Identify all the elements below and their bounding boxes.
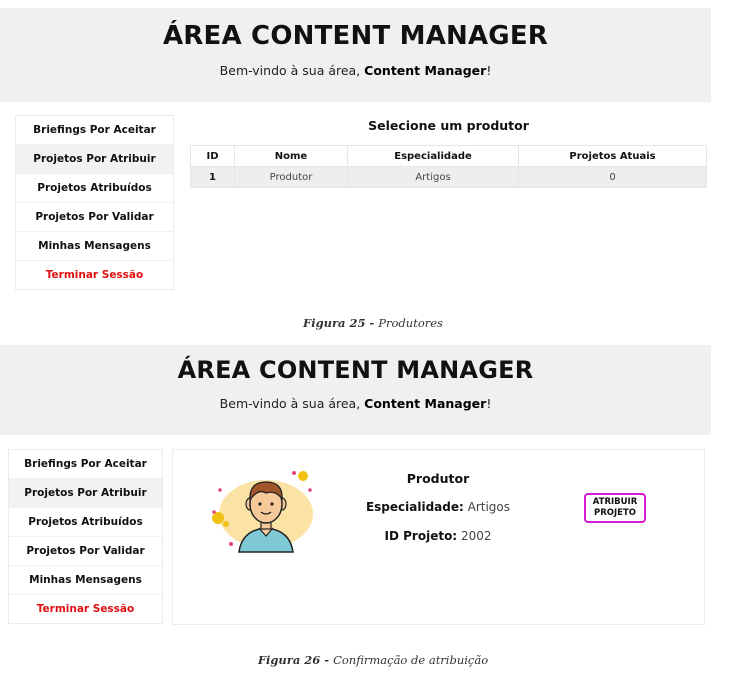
project-id-label: ID Projeto: xyxy=(384,529,458,543)
sidebar-item-projetos-atribuidos[interactable]: Projetos Atribuídos xyxy=(16,174,173,203)
sidebar-item-projetos-atribuidos[interactable]: Projetos Atribuídos xyxy=(9,508,162,537)
cell-projetos-atuais: 0 xyxy=(518,166,707,188)
welcome-prefix: Bem-vindo à sua área, xyxy=(219,63,365,78)
column-header-projetos-atuais: Projetos Atuais xyxy=(518,145,707,167)
assign-button-line2: PROJETO xyxy=(594,508,636,518)
cell-especialidade: Artigos xyxy=(347,166,519,188)
welcome-prefix: Bem-vindo à sua área, xyxy=(219,396,365,411)
sidebar-item-briefings-por-aceitar[interactable]: Briefings Por Aceitar xyxy=(9,450,162,479)
assign-project-button[interactable]: ATRIBUIR PROJETO xyxy=(584,493,646,523)
table-row[interactable]: 1 Produtor Artigos 0 xyxy=(190,166,707,188)
user-avatar-icon xyxy=(212,471,313,553)
section-heading: Selecione um produtor xyxy=(368,118,529,133)
project-id-value: 2002 xyxy=(460,529,492,543)
welcome-message: Bem-vindo à sua área, Content Manager! xyxy=(0,396,711,411)
figure-caption: Figura 26 - Confirmação de atribuição xyxy=(0,653,746,667)
producers-table: ID Nome Especialidade Projetos Atuais 1 … xyxy=(190,145,707,188)
cell-nome: Produtor xyxy=(234,166,348,188)
page-title: ÁREA CONTENT MANAGER xyxy=(177,356,534,384)
caption-text: Produtores xyxy=(378,316,443,330)
sidebar-item-projetos-por-atribuir[interactable]: Projetos Por Atribuir xyxy=(16,145,173,174)
sidebar-item-minhas-mensagens[interactable]: Minhas Mensagens xyxy=(9,566,162,595)
welcome-suffix: ! xyxy=(486,63,492,78)
figure-caption: Figura 25 - Produtores xyxy=(0,316,746,330)
header-banner: ÁREA CONTENT MANAGER Bem-vindo à sua áre… xyxy=(0,8,711,102)
column-header-id: ID xyxy=(190,145,235,167)
sidebar-item-briefings-por-aceitar[interactable]: Briefings Por Aceitar xyxy=(16,116,173,145)
producer-card: Produtor Especialidade: Artigos ID Proje… xyxy=(172,449,705,625)
welcome-message: Bem-vindo à sua área, Content Manager! xyxy=(0,63,711,78)
sidebar-menu: Briefings Por Aceitar Projetos Por Atrib… xyxy=(15,115,174,290)
logout-link[interactable]: Terminar Sessão xyxy=(16,261,173,289)
specialty-value: Artigos xyxy=(467,500,511,514)
sidebar-item-minhas-mensagens[interactable]: Minhas Mensagens xyxy=(16,232,173,261)
sidebar-item-projetos-por-validar[interactable]: Projetos Por Validar xyxy=(16,203,173,232)
project-id: ID Projeto: 2002 xyxy=(333,529,543,543)
logout-link[interactable]: Terminar Sessão xyxy=(9,595,162,623)
column-header-especialidade: Especialidade xyxy=(347,145,519,167)
table-header-row: ID Nome Especialidade Projetos Atuais xyxy=(190,145,707,167)
caption-number: Figura 26 - xyxy=(257,653,334,667)
welcome-role: Content Manager xyxy=(364,63,487,78)
page-title: ÁREA CONTENT MANAGER xyxy=(162,21,549,51)
producer-name: Produtor xyxy=(406,471,470,486)
welcome-suffix: ! xyxy=(486,396,492,411)
producer-specialty: Especialidade: Artigos xyxy=(333,500,543,514)
sidebar-item-projetos-por-validar[interactable]: Projetos Por Validar xyxy=(9,537,162,566)
assign-button-line1: ATRIBUIR xyxy=(592,497,638,507)
cell-id: 1 xyxy=(190,166,235,188)
caption-text: Confirmação de atribuição xyxy=(333,653,489,667)
welcome-role: Content Manager xyxy=(364,396,487,411)
sidebar-menu: Briefings Por Aceitar Projetos Por Atrib… xyxy=(8,449,163,624)
specialty-label: Especialidade: xyxy=(365,500,464,514)
column-header-nome: Nome xyxy=(234,145,348,167)
caption-number: Figura 25 - xyxy=(303,316,379,330)
sidebar-item-projetos-por-atribuir[interactable]: Projetos Por Atribuir xyxy=(9,479,162,508)
header-banner: ÁREA CONTENT MANAGER Bem-vindo à sua áre… xyxy=(0,345,711,435)
